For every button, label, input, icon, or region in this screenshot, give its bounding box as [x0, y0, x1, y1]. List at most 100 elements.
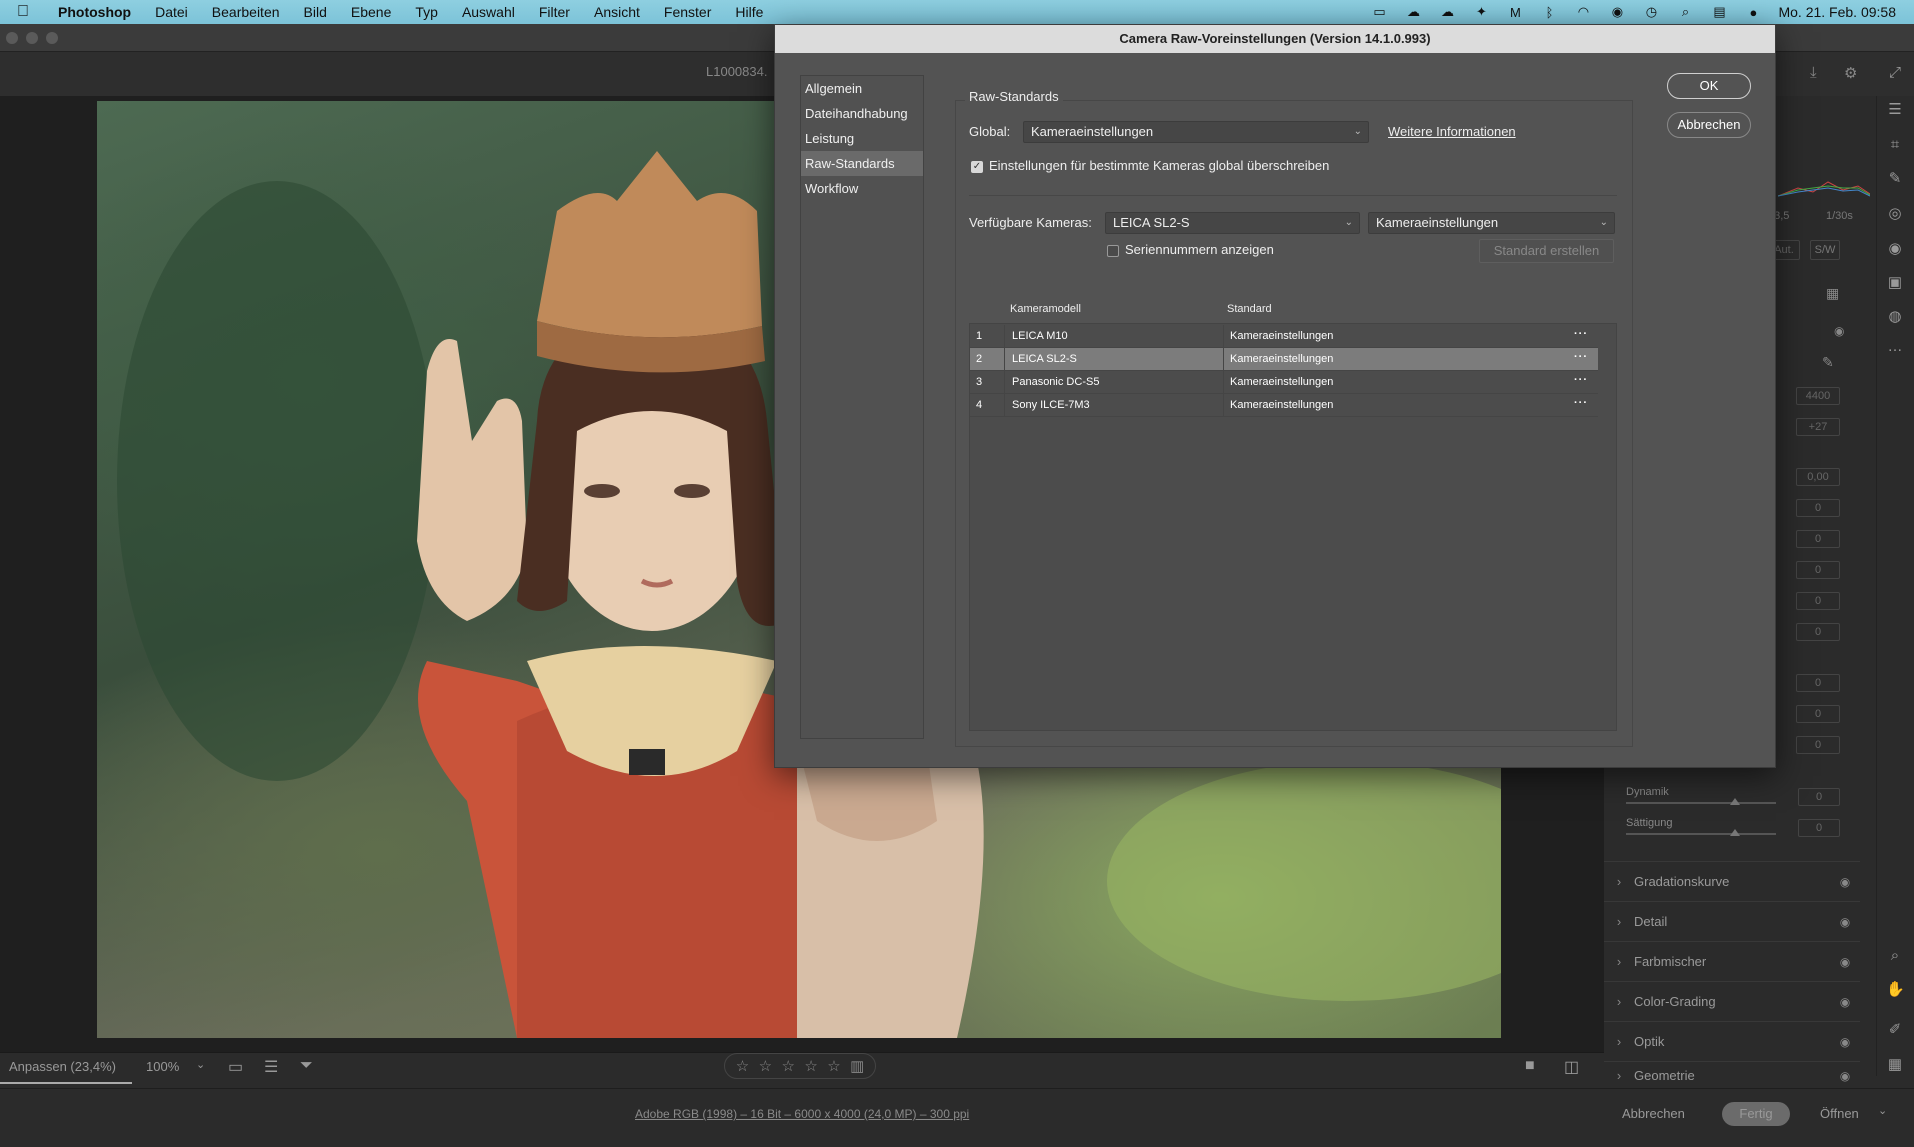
slider-saettigung-track[interactable]	[1626, 833, 1776, 835]
menu-datei[interactable]: Datei	[143, 4, 200, 20]
slider-saettigung[interactable]: Sättigung 0	[1626, 817, 1840, 843]
before-after-icon[interactable]: ◫	[1564, 1057, 1579, 1077]
eye-icon[interactable]: ◉	[1830, 955, 1860, 969]
edit-sliders-icon[interactable]: ☰	[1886, 101, 1904, 119]
creative-cloud-icon[interactable]: ☁	[1404, 4, 1422, 19]
shadows-value[interactable]: 0	[1796, 561, 1840, 579]
menu-hilfe[interactable]: Hilfe	[723, 4, 775, 20]
row-options-icon[interactable]: ···	[1574, 328, 1588, 340]
eye-icon[interactable]: ◉	[1830, 1069, 1860, 1083]
star-icon[interactable]: ☆	[759, 1057, 772, 1075]
clarity-value[interactable]: 0	[1796, 705, 1840, 723]
user-icon[interactable]: ◉	[1608, 4, 1626, 19]
zoom-fit-button[interactable]: Anpassen (23,4%)	[9, 1059, 116, 1074]
eye-icon[interactable]: ◉	[1830, 915, 1860, 929]
dehaze-value[interactable]: 0	[1796, 736, 1840, 754]
nav-workflow[interactable]: Workflow	[801, 176, 923, 201]
apple-menu-icon[interactable]: 	[0, 3, 46, 21]
zoom-dropdown-chevron-icon[interactable]: ⌄	[196, 1058, 205, 1071]
exposure-value[interactable]: 0,00	[1796, 468, 1840, 486]
blacks-value[interactable]: 0	[1796, 623, 1840, 641]
table-row[interactable]: 4 Sony ILCE-7M3 Kameraeinstellungen ···	[970, 394, 1598, 417]
done-button[interactable]: Fertig	[1722, 1102, 1790, 1126]
filmstrip-icon[interactable]: ▭	[228, 1057, 243, 1077]
profile-browser-icon[interactable]: ▦	[1826, 285, 1839, 302]
menu-bearbeiten[interactable]: Bearbeiten	[200, 4, 292, 20]
spotlight-search-icon[interactable]: ⌕	[1676, 4, 1694, 19]
slider-saettigung-knob[interactable]	[1730, 829, 1740, 836]
row-options-icon[interactable]: ···	[1574, 351, 1588, 363]
expand-icon[interactable]: ⤢	[1886, 64, 1904, 82]
section-color-grading[interactable]: › Color-Grading ◉	[1604, 981, 1860, 1021]
wifi-icon[interactable]: ◠	[1574, 4, 1592, 19]
star-icon[interactable]: ☆	[781, 1057, 794, 1075]
profile-bw-button[interactable]: S/W	[1810, 240, 1840, 260]
visibility-eye-icon[interactable]: ◉	[1834, 324, 1844, 338]
presets-icon[interactable]: ◍	[1886, 308, 1904, 326]
section-optik[interactable]: › Optik ◉	[1604, 1021, 1860, 1061]
minimize-window-button[interactable]	[26, 32, 38, 44]
section-farbmischer[interactable]: › Farbmischer ◉	[1604, 941, 1860, 981]
ok-button[interactable]: OK	[1667, 73, 1751, 99]
save-icon[interactable]: ⤓	[1810, 64, 1817, 81]
single-view-icon[interactable]: ■	[1525, 1057, 1535, 1075]
filter-icon[interactable]: ⏷	[300, 1057, 313, 1075]
time-machine-icon[interactable]: ◷	[1642, 4, 1660, 19]
row-options-icon[interactable]: ···	[1574, 397, 1588, 409]
masking-icon[interactable]: ◎	[1886, 205, 1904, 223]
open-button[interactable]: Öffnen	[1820, 1106, 1859, 1121]
crop-icon[interactable]: ⌗	[1886, 136, 1904, 154]
healing-brush-icon[interactable]: ✎	[1886, 170, 1904, 188]
table-row[interactable]: 3 Panasonic DC-S5 Kameraeinstellungen ··…	[970, 371, 1598, 394]
rating-stars[interactable]: ☆ ☆ ☆ ☆ ☆ ▥	[724, 1053, 876, 1079]
wd-drive-icon[interactable]: ▭	[1370, 4, 1388, 19]
cancel-button[interactable]: Abbrechen	[1667, 112, 1751, 138]
sampler-icon[interactable]: ✐	[1886, 1021, 1904, 1039]
tint-value[interactable]: +27	[1796, 418, 1840, 436]
more-options-icon[interactable]: …	[1886, 338, 1904, 356]
section-geometrie[interactable]: › Geometrie ◉	[1604, 1061, 1860, 1089]
hand-tool-icon[interactable]: ✋	[1886, 981, 1905, 999]
nav-allgemein[interactable]: Allgemein	[801, 76, 923, 101]
cancel-button[interactable]: Abbrechen	[1622, 1106, 1685, 1121]
malwarebytes-icon[interactable]: M	[1506, 5, 1524, 20]
whites-value[interactable]: 0	[1796, 592, 1840, 610]
nav-leistung[interactable]: Leistung	[801, 126, 923, 151]
siri-icon[interactable]: ●	[1744, 5, 1762, 20]
menu-filter[interactable]: Filter	[527, 4, 582, 20]
control-center-icon[interactable]: ▤	[1710, 4, 1728, 19]
row-options-icon[interactable]: ···	[1574, 374, 1588, 386]
cloud-sync-icon[interactable]: ☁	[1438, 4, 1456, 19]
workflow-options-link[interactable]: Adobe RGB (1998) – 16 Bit – 6000 x 4000 …	[635, 1107, 969, 1121]
nav-raw-standards[interactable]: Raw-Standards	[801, 151, 923, 176]
contrast-value[interactable]: 0	[1796, 499, 1840, 517]
sort-icon[interactable]: ☰	[264, 1057, 278, 1077]
zoom-100-button[interactable]: 100%	[146, 1059, 179, 1074]
menu-fenster[interactable]: Fenster	[652, 4, 723, 20]
star-icon[interactable]: ☆	[827, 1057, 840, 1075]
section-detail[interactable]: › Detail ◉	[1604, 901, 1860, 941]
menu-bild[interactable]: Bild	[292, 4, 339, 20]
menu-auswahl[interactable]: Auswahl	[450, 4, 527, 20]
eye-icon[interactable]: ◉	[1830, 875, 1860, 889]
camera-setting-dropdown[interactable]: Kameraeinstellungen ⌄	[1368, 212, 1615, 234]
slider-dynamik-track[interactable]	[1626, 802, 1776, 804]
open-options-chevron-icon[interactable]: ⌄	[1878, 1104, 1887, 1117]
settings-gear-icon[interactable]: ⚙	[1844, 64, 1857, 82]
texture-value[interactable]: 0	[1796, 674, 1840, 692]
table-row[interactable]: 2 LEICA SL2-S Kameraeinstellungen ···	[970, 348, 1598, 371]
highlights-value[interactable]: 0	[1796, 530, 1840, 548]
menu-ebene[interactable]: Ebene	[339, 4, 403, 20]
white-balance-picker-icon[interactable]: ✎	[1822, 354, 1834, 371]
close-window-button[interactable]	[6, 32, 18, 44]
temperature-value[interactable]: 4400	[1796, 387, 1840, 405]
zoom-tool-icon[interactable]: ⌕	[1886, 947, 1904, 965]
zoom-window-button[interactable]	[46, 32, 58, 44]
table-row[interactable]: 1 LEICA M10 Kameraeinstellungen ···	[970, 325, 1598, 348]
snapshots-icon[interactable]: ▣	[1886, 274, 1904, 292]
slider-saettigung-value[interactable]: 0	[1798, 819, 1840, 837]
slider-dynamik-knob[interactable]	[1730, 798, 1740, 805]
trash-icon[interactable]: ▥	[850, 1057, 864, 1075]
menu-app[interactable]: Photoshop	[46, 4, 143, 20]
section-gradationskurve[interactable]: › Gradationskurve ◉	[1604, 861, 1860, 901]
